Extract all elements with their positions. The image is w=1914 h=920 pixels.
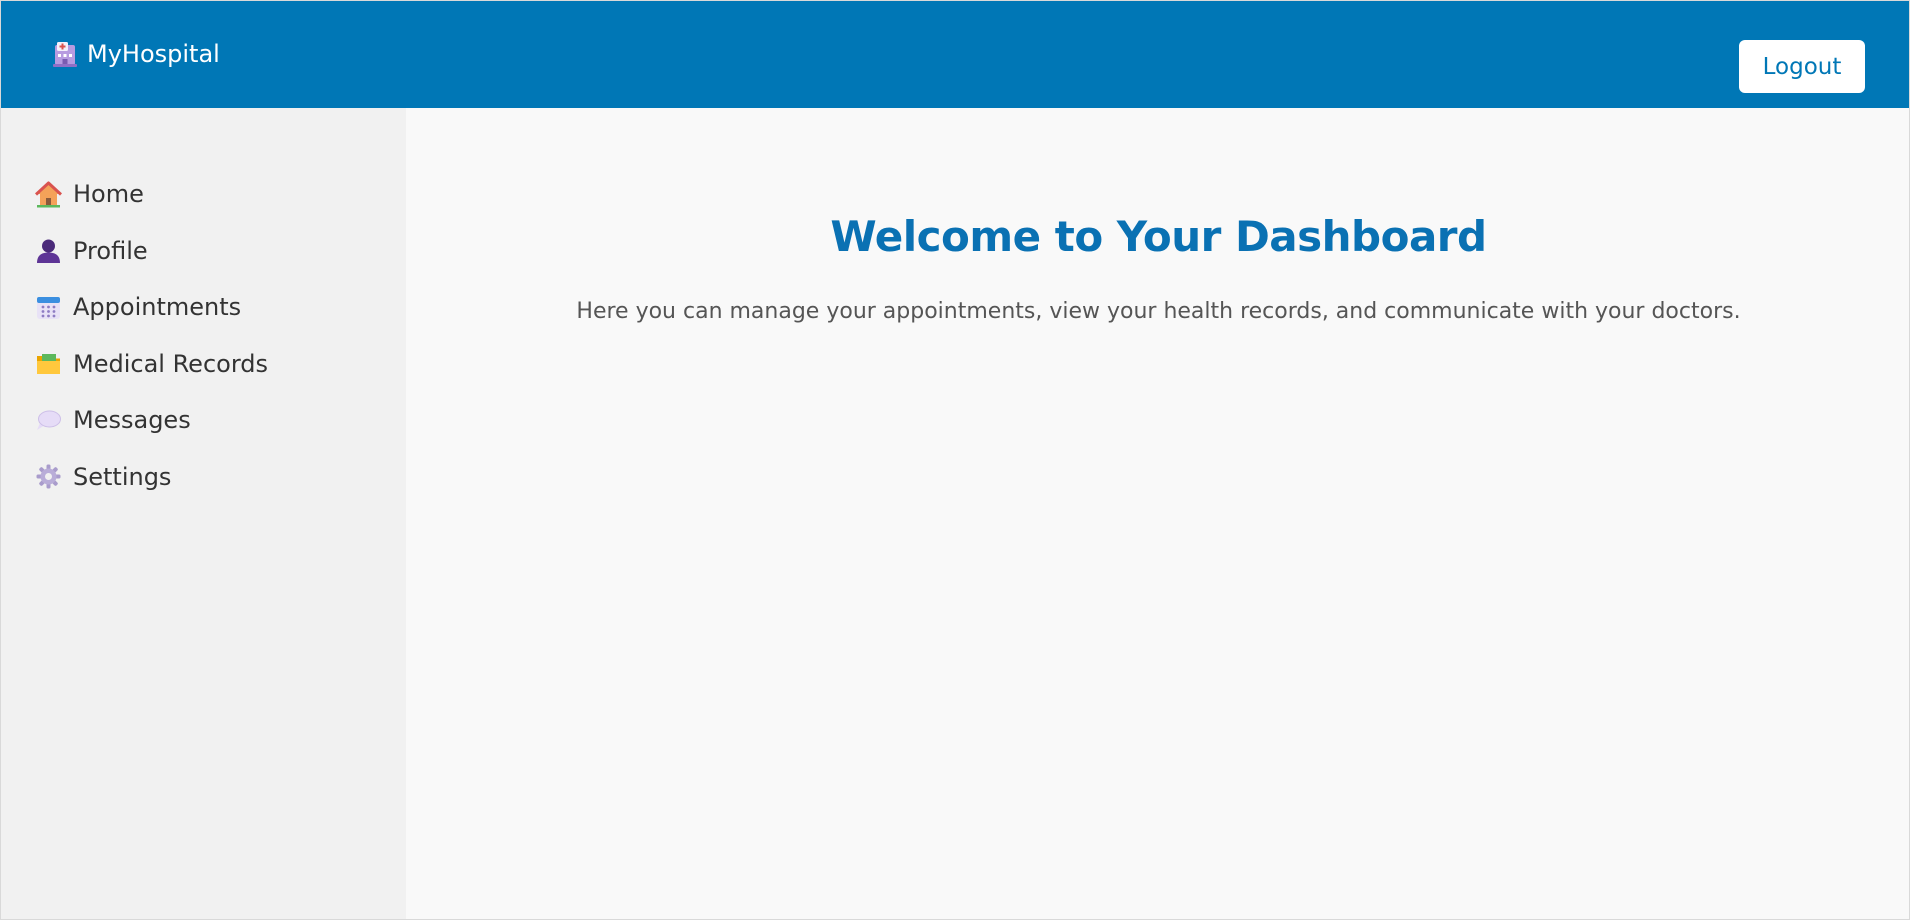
- sidebar-item-appointments[interactable]: Appointments: [35, 279, 268, 336]
- calendar-icon: [35, 294, 62, 321]
- hospital-icon: [52, 39, 78, 69]
- sidebar-item-medical-records[interactable]: Medical Records: [35, 336, 268, 393]
- sidebar-item-label: Settings: [73, 462, 172, 491]
- sidebar-item-label: Profile: [73, 236, 148, 265]
- logout-button[interactable]: Logout: [1739, 40, 1865, 93]
- person-icon: [35, 237, 62, 264]
- speech-bubble-icon: [35, 407, 62, 434]
- sidebar-item-messages[interactable]: Messages: [35, 392, 268, 449]
- main-content: Welcome to Your Dashboard Here you can m…: [406, 108, 1909, 919]
- page-title: Welcome to Your Dashboard: [830, 212, 1487, 261]
- brand[interactable]: MyHospital: [52, 39, 220, 69]
- sidebar-item-label: Medical Records: [73, 349, 268, 378]
- page-description: Here you can manage your appointments, v…: [576, 299, 1741, 324]
- sidebar-item-label: Messages: [73, 406, 191, 435]
- app-window: MyHospital Logout Home Profile Appointme…: [0, 0, 1910, 920]
- sidebar: Home Profile Appointments Medical Record…: [1, 108, 406, 919]
- sidebar-nav: Home Profile Appointments Medical Record…: [35, 166, 268, 505]
- gear-icon: [35, 463, 62, 490]
- top-header: MyHospital Logout: [1, 1, 1909, 108]
- sidebar-item-profile[interactable]: Profile: [35, 223, 268, 280]
- house-icon: [35, 181, 62, 208]
- sidebar-item-label: Home: [73, 180, 144, 209]
- sidebar-item-home[interactable]: Home: [35, 166, 268, 223]
- brand-name: MyHospital: [87, 40, 220, 68]
- sidebar-item-label: Appointments: [73, 293, 242, 322]
- sidebar-item-settings[interactable]: Settings: [35, 449, 268, 506]
- folder-icon: [35, 350, 62, 377]
